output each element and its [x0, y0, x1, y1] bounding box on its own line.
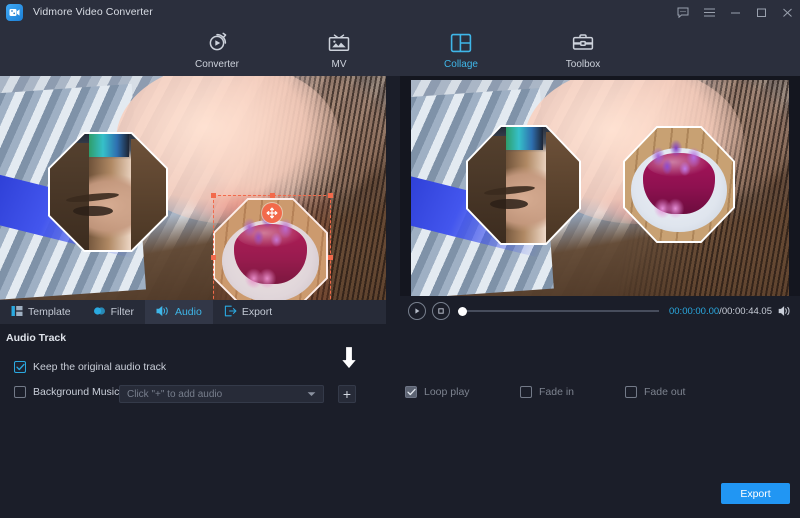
loop-play-checkbox[interactable]	[405, 386, 417, 398]
audio-source-value: Click "+" to add audio	[127, 389, 222, 400]
collage-cell-face[interactable]	[48, 132, 168, 252]
audio-track-section-title: Audio Track	[6, 332, 66, 344]
background-music-row[interactable]: Background Music	[14, 386, 119, 398]
tab-audio[interactable]: Audio	[145, 300, 213, 324]
toolbox-icon	[571, 30, 595, 56]
title-bar: Vidmore Video Converter	[0, 0, 800, 24]
export-button-label: Export	[740, 488, 770, 500]
mv-icon	[327, 30, 351, 56]
tab-label-filter: Filter	[111, 306, 134, 318]
move-icon[interactable]	[262, 203, 282, 223]
selection-handle-n[interactable]	[270, 193, 275, 198]
tab-template[interactable]: Template	[0, 300, 82, 324]
selection-handle-w[interactable]	[211, 255, 216, 260]
playback-knob[interactable]	[458, 307, 467, 316]
chevron-down-icon	[307, 389, 316, 400]
playback-track	[458, 310, 659, 312]
close-icon[interactable]	[774, 0, 800, 24]
selection-handle-nw[interactable]	[211, 193, 216, 198]
fade-out-label: Fade out	[644, 386, 685, 398]
preview-panel	[400, 76, 800, 300]
app-window: Vidmore Video Converter	[0, 0, 800, 518]
tab-label-export: Export	[242, 306, 272, 318]
converter-icon	[206, 30, 228, 56]
filter-icon	[93, 305, 106, 320]
app-logo-icon	[6, 4, 23, 21]
keep-original-audio-row[interactable]: Keep the original audio track	[14, 361, 166, 373]
tab-export[interactable]: Export	[213, 300, 283, 324]
loop-play-row[interactable]: Loop play	[405, 386, 470, 398]
fade-in-checkbox[interactable]	[520, 386, 532, 398]
audio-icon	[156, 305, 170, 320]
top-navigation: Converter MV Collage	[0, 24, 800, 76]
add-audio-button[interactable]: +	[338, 385, 356, 403]
volume-icon[interactable]	[778, 305, 792, 317]
face-thumbnail	[50, 134, 166, 250]
current-time: 00:00:00.00	[669, 306, 719, 317]
export-button[interactable]: Export	[721, 483, 790, 504]
play-button[interactable]	[408, 302, 426, 320]
player-controls: 00:00:00.00/00:00:44.05	[400, 296, 800, 326]
fade-in-label: Fade in	[539, 386, 574, 398]
stop-button[interactable]	[432, 302, 450, 320]
nav-item-mv[interactable]: MV	[299, 27, 379, 76]
window-controls	[670, 0, 800, 24]
background-music-checkbox[interactable]	[14, 386, 26, 398]
collage-icon	[449, 30, 473, 56]
preview-stage	[0, 76, 800, 300]
export-icon	[224, 305, 237, 320]
background-music-label: Background Music	[33, 386, 119, 398]
tab-filter[interactable]: Filter	[82, 300, 145, 324]
feedback-icon[interactable]	[670, 0, 696, 24]
preview-cell-face	[466, 125, 581, 245]
edit-tabs: Template Filter Audio	[0, 300, 386, 324]
minimize-icon[interactable]	[722, 0, 748, 24]
tab-label-template: Template	[28, 306, 71, 318]
keep-original-audio-checkbox[interactable]	[14, 361, 26, 373]
fade-in-row[interactable]: Fade in	[520, 386, 574, 398]
audio-settings-panel: Audio Track Keep the original audio trac…	[0, 324, 800, 518]
collage-edit-canvas[interactable]	[0, 76, 386, 300]
maximize-icon[interactable]	[748, 0, 774, 24]
down-arrow-cursor	[339, 345, 359, 371]
time-display: 00:00:00.00/00:00:44.05	[669, 306, 772, 317]
nav-item-converter[interactable]: Converter	[177, 27, 257, 76]
add-audio-plus-label: +	[338, 385, 356, 403]
nav-label-collage: Collage	[444, 59, 478, 70]
selection-handle-ne[interactable]	[328, 193, 333, 198]
fade-out-row[interactable]: Fade out	[625, 386, 685, 398]
loop-play-label: Loop play	[424, 386, 470, 398]
menu-icon[interactable]	[696, 0, 722, 24]
nav-item-collage[interactable]: Collage	[421, 27, 501, 76]
total-time: 00:00:44.05	[722, 306, 772, 317]
nav-label-toolbox: Toolbox	[566, 59, 600, 70]
audio-source-select[interactable]: Click "+" to add audio	[119, 385, 324, 403]
fade-out-checkbox[interactable]	[625, 386, 637, 398]
playback-progress-slider[interactable]	[458, 302, 659, 320]
tab-label-audio: Audio	[175, 306, 202, 318]
template-icon	[11, 305, 23, 320]
keep-original-audio-label: Keep the original audio track	[33, 361, 166, 373]
nav-label-converter: Converter	[195, 59, 239, 70]
nav-label-mv: MV	[332, 59, 347, 70]
selection-handle-e[interactable]	[328, 255, 333, 260]
app-title: Vidmore Video Converter	[33, 6, 153, 18]
nav-item-toolbox[interactable]: Toolbox	[543, 27, 623, 76]
